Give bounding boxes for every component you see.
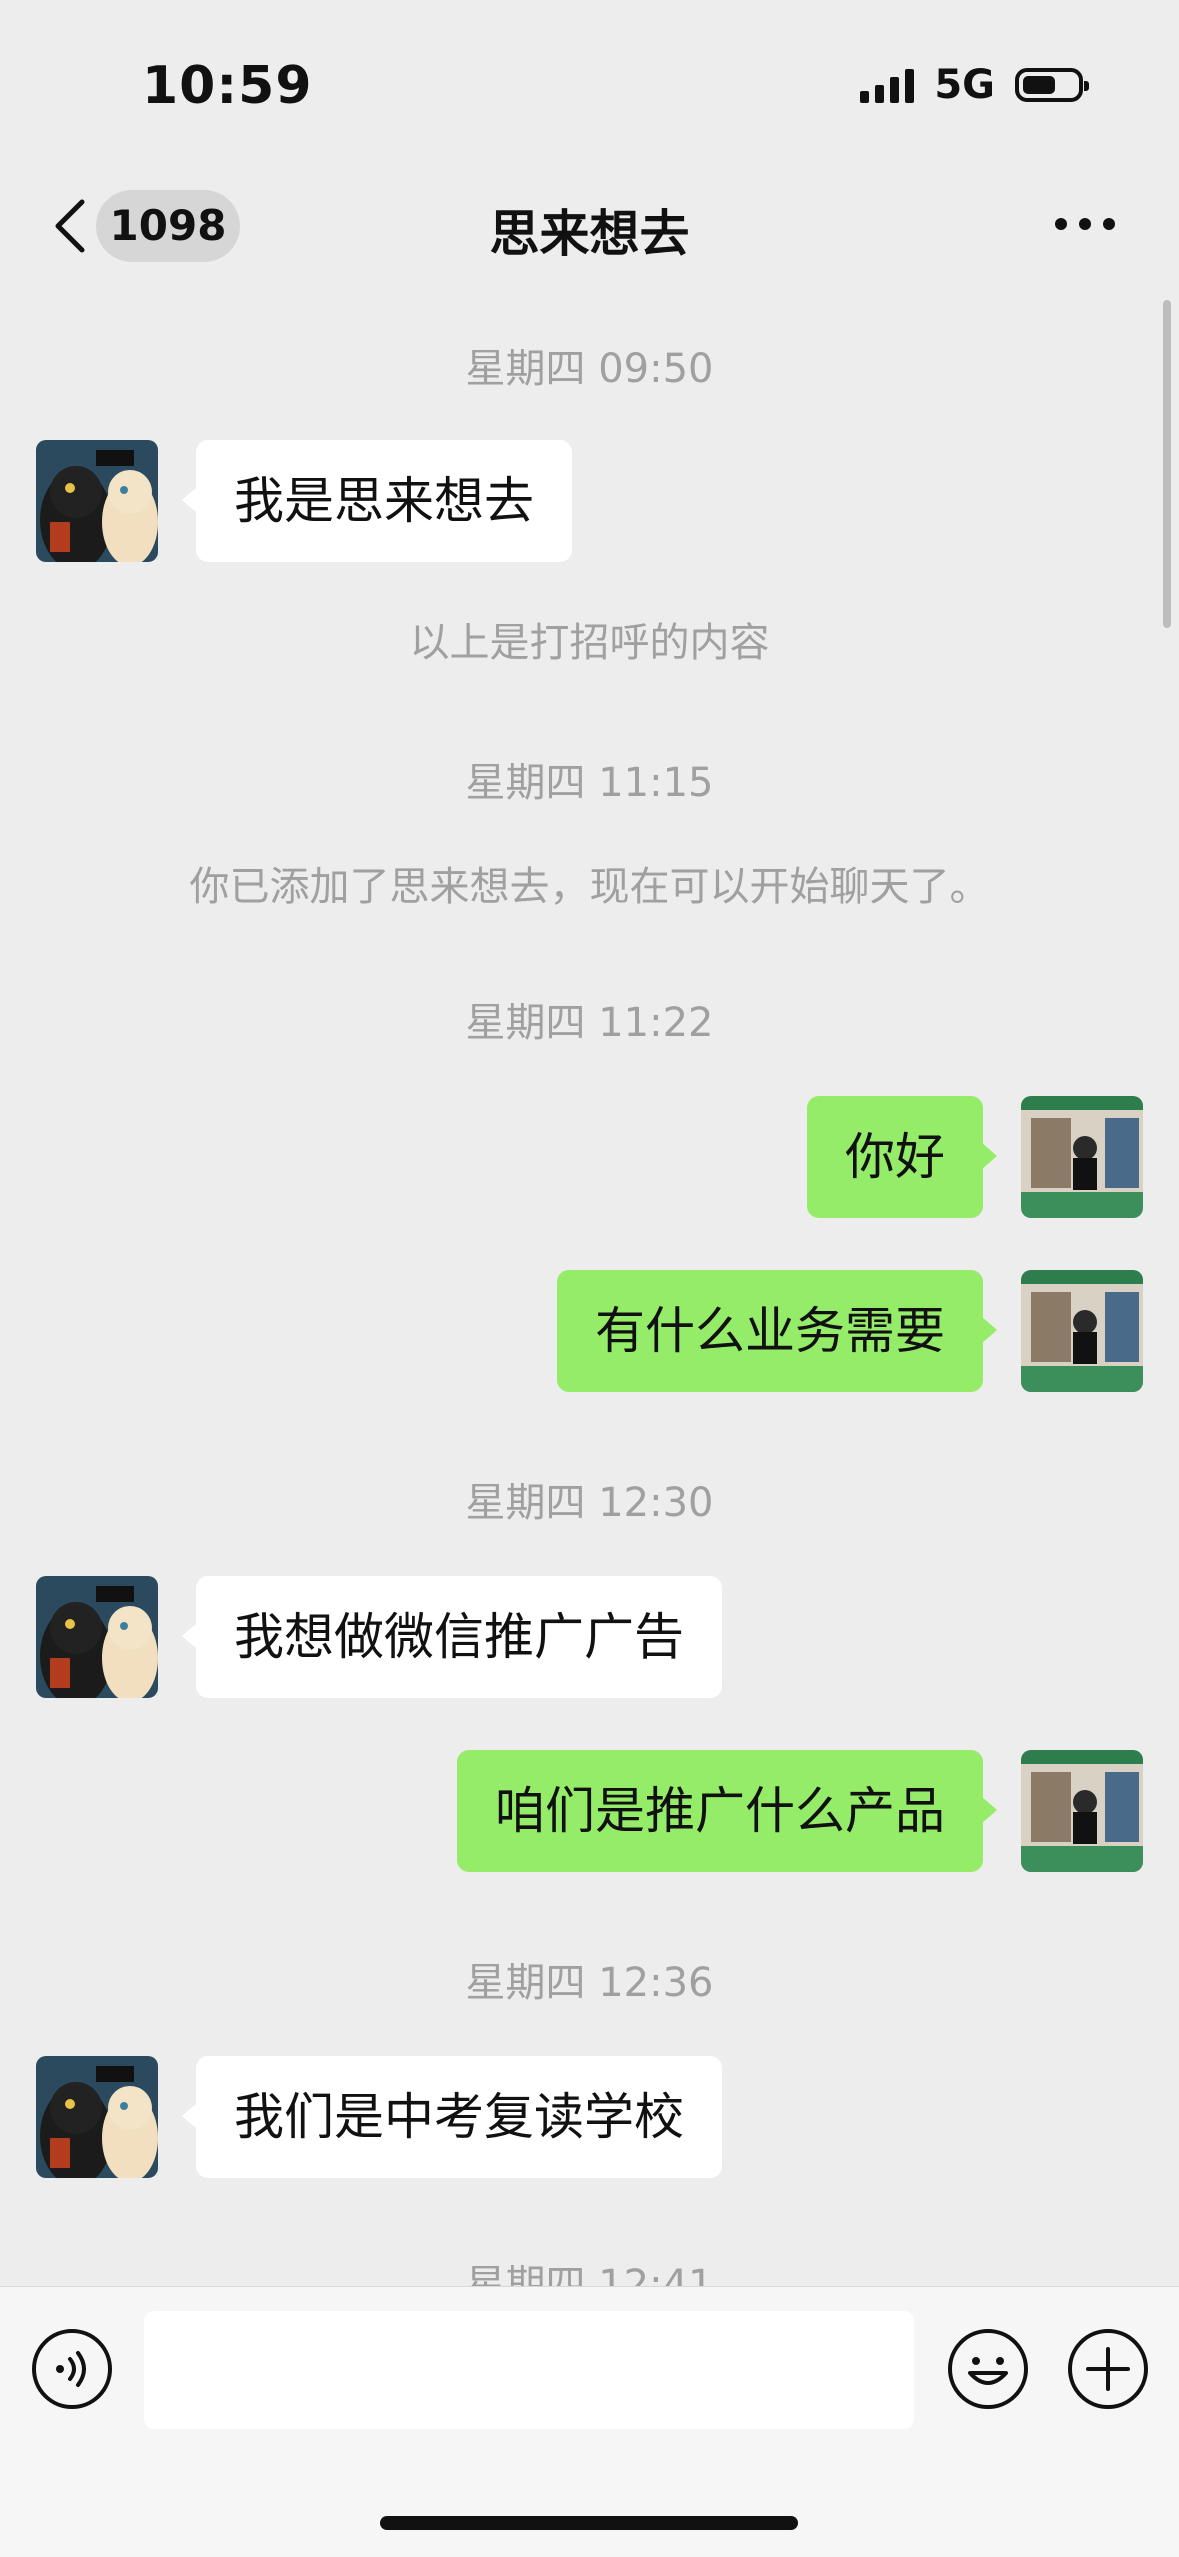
incoming-message[interactable]: 我们是中考复读学校 [182,2056,722,2178]
status-time: 10:59 [142,56,313,116]
my-avatar[interactable] [1021,1270,1143,1392]
plus-icon[interactable] [1066,2327,1150,2411]
my-avatar[interactable] [1021,1750,1143,1872]
incoming-message[interactable]: 我想做微信推广广告 [182,1576,722,1698]
timestamp: 星期四 11:15 [465,760,714,806]
signal-icon [860,67,915,103]
timestamp: 星期四 09:50 [465,346,714,392]
my-avatar[interactable] [1021,1096,1143,1218]
voice-icon[interactable] [30,2327,114,2411]
incoming-message[interactable]: 我是思来想去 [182,440,572,562]
ellipsis-icon[interactable] [1055,218,1115,230]
system-message: 你已添加了思来想去，现在可以开始聊天了。 [189,864,990,910]
system-message: 以上是打招呼的内容 [409,620,770,666]
contact-avatar[interactable] [36,1576,158,1698]
outgoing-message[interactable]: 你好 [807,1096,997,1218]
outgoing-message[interactable]: 咱们是推广什么产品 [457,1750,997,1872]
chat-title: 思来想去 [489,205,690,263]
message-input[interactable] [144,2311,914,2429]
timestamp: 星期四 12:30 [465,1480,714,1526]
home-indicator[interactable] [380,2516,798,2530]
contact-avatar[interactable] [36,440,158,562]
contact-avatar[interactable] [36,2056,158,2178]
timestamp: 星期四 12:36 [465,1960,714,2006]
network-label: 5G [934,62,995,108]
battery-icon [1015,68,1089,102]
emoji-icon[interactable] [946,2327,1030,2411]
nav-bar: 1098 思来想去 [0,176,1179,276]
timestamp: 星期四 11:22 [465,1000,714,1046]
status-icons: 5G [860,62,1089,108]
outgoing-message[interactable]: 有什么业务需要 [557,1270,997,1392]
